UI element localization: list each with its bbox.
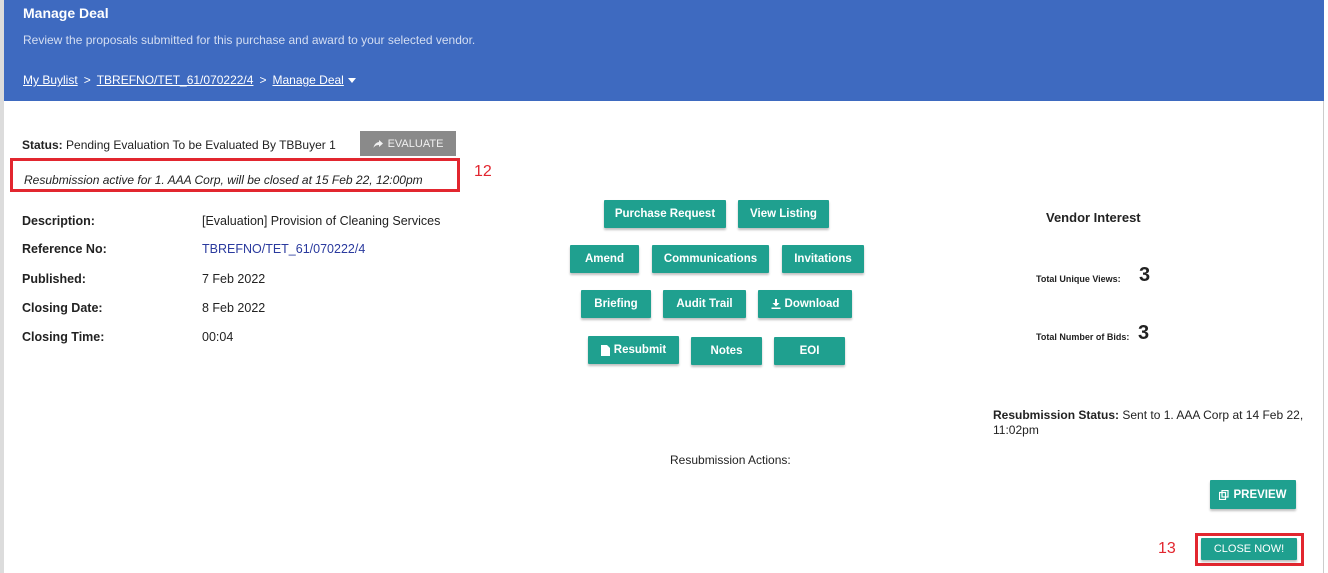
share-arrow-icon — [373, 139, 383, 148]
breadcrumb-separator: > — [83, 73, 91, 87]
button-label: Purchase Request — [614, 208, 716, 220]
button-label: Download — [784, 298, 840, 310]
evaluate-button[interactable]: EVALUATE — [360, 131, 456, 156]
notes-button[interactable]: Notes — [691, 337, 762, 365]
resubmission-notice: Resubmission active for 1. AAA Corp, wil… — [24, 173, 423, 187]
file-icon — [600, 344, 610, 356]
annotation-label-12: 12 — [474, 163, 492, 180]
copy-icon — [1219, 489, 1230, 500]
breadcrumb: My Buylist > TBREFNO/TET_61/070222/4 > M… — [23, 73, 356, 87]
resubmission-status: Resubmission Status: Sent to 1. AAA Corp… — [993, 408, 1313, 438]
resubmission-status-label: Resubmission Status: — [993, 408, 1120, 422]
button-label: Resubmit — [613, 344, 667, 356]
button-label: Invitations — [794, 253, 852, 265]
button-label: CLOSE NOW! — [1213, 543, 1285, 555]
resubmission-actions-label: Resubmission Actions: — [670, 453, 791, 467]
preview-button[interactable]: PREVIEW — [1210, 480, 1296, 509]
button-label: Briefing — [594, 298, 638, 310]
detail-label: Closing Time: — [22, 330, 105, 344]
number-of-bids-label: Total Number of Bids: — [1036, 332, 1130, 342]
invitations-button[interactable]: Invitations — [782, 245, 864, 273]
number-of-bids-value: 3 — [1138, 322, 1150, 344]
unique-views-value: 3 — [1139, 264, 1151, 286]
close-now-button[interactable]: CLOSE NOW! — [1201, 538, 1297, 560]
breadcrumb-my-buylist[interactable]: My Buylist — [23, 73, 78, 87]
detail-label: Description: — [22, 214, 95, 228]
detail-label: Reference No: — [22, 242, 107, 256]
button-label: EOI — [799, 345, 820, 357]
detail-label: Published: — [22, 272, 86, 286]
briefing-button[interactable]: Briefing — [581, 290, 651, 318]
button-label: Communications — [663, 253, 758, 265]
breadcrumb-reference[interactable]: TBREFNO/TET_61/070222/4 — [97, 73, 254, 87]
page: Manage Deal Review the proposals submitt… — [0, 0, 1328, 573]
button-label: PREVIEW — [1233, 488, 1287, 501]
button-label: Audit Trail — [676, 298, 733, 310]
page-title: Manage Deal — [23, 5, 109, 21]
reference-link[interactable]: TBREFNO/TET_61/070222/4 — [202, 242, 365, 256]
page-subtitle: Review the proposals submitted for this … — [23, 33, 476, 47]
content-border — [1323, 101, 1324, 573]
detail-label: Closing Date: — [22, 301, 103, 315]
button-label: Notes — [710, 345, 743, 357]
status-label: Status: — [22, 138, 63, 152]
detail-value: [Evaluation] Provision of Cleaning Servi… — [202, 214, 441, 228]
amend-button[interactable]: Amend — [570, 245, 639, 273]
caret-down-icon[interactable] — [347, 77, 356, 83]
button-label: View Listing — [750, 208, 817, 220]
status-value: Pending Evaluation To be Evaluated By TB… — [66, 138, 336, 152]
breadcrumb-manage-deal[interactable]: Manage Deal — [272, 73, 343, 87]
annotation-label-13: 13 — [1158, 540, 1176, 557]
unique-views-label: Total Unique Views: — [1036, 274, 1121, 284]
resubmit-button[interactable]: Resubmit — [588, 336, 679, 364]
breadcrumb-separator: > — [259, 73, 267, 87]
download-button[interactable]: Download — [758, 290, 852, 318]
page-header: Manage Deal Review the proposals submitt… — [4, 0, 1324, 101]
vendor-interest-title: Vendor Interest — [1046, 210, 1141, 225]
detail-value: 8 Feb 2022 — [202, 301, 266, 315]
eoi-button[interactable]: EOI — [774, 337, 845, 365]
status-line: Status: Pending Evaluation To be Evaluat… — [22, 138, 336, 152]
download-icon — [771, 299, 781, 309]
button-label: Amend — [585, 253, 624, 265]
detail-value: 00:04 — [202, 330, 234, 344]
detail-value: 7 Feb 2022 — [202, 272, 266, 286]
communications-button[interactable]: Communications — [652, 245, 769, 273]
evaluate-button-label: EVALUATE — [387, 137, 444, 150]
purchase-request-button[interactable]: Purchase Request — [604, 200, 726, 228]
audit-trail-button[interactable]: Audit Trail — [663, 290, 746, 318]
view-listing-button[interactable]: View Listing — [738, 200, 829, 228]
